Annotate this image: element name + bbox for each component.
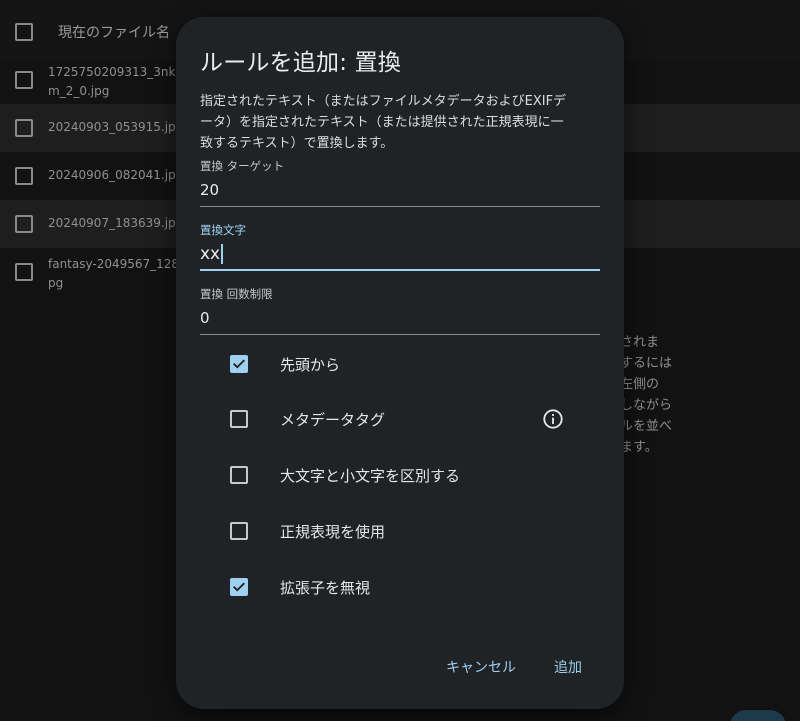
replace-target-field[interactable]: 置換 ターゲット 20 [200, 158, 600, 208]
use-regex-label: 正規表現を使用 [280, 522, 386, 541]
from-start-label: 先頭から [280, 355, 341, 374]
field-underline [200, 334, 600, 335]
replace-limit-label: 置換 回数制限 [200, 287, 273, 301]
case-sensitive-checkbox[interactable] [230, 466, 248, 484]
file-name: 20240907_183639.jpg [48, 216, 184, 230]
replacement-text-input[interactable]: xx [200, 244, 600, 264]
replace-target-label: 置換 ターゲット [200, 159, 285, 173]
info-circle-icon[interactable] [542, 408, 564, 430]
case-sensitive-label: 大文字と小文字を区別する [280, 466, 461, 485]
use-regex-checkbox[interactable] [230, 522, 248, 540]
replace-limit-field[interactable]: 置換 回数制限 0 [200, 286, 600, 336]
floating-action-button[interactable] [730, 710, 786, 721]
ignore-extension-checkbox[interactable] [230, 578, 248, 596]
file-row-checkbox[interactable] [15, 263, 33, 281]
check-icon [233, 359, 245, 369]
from-start-checkbox[interactable] [230, 355, 248, 373]
option-case-sensitive[interactable]: 大文字と小文字を区別する [230, 460, 590, 490]
dialog-description: 指定されたテキスト（またはファイルメタデータおよびEXIFデ ータ）を指定された… [200, 94, 567, 151]
replace-limit-input[interactable]: 0 [200, 308, 600, 328]
dialog-title: ルールを追加: 置換 [200, 50, 402, 76]
file-row-checkbox[interactable] [15, 71, 33, 89]
add-button[interactable]: 追加 [548, 653, 588, 681]
field-underline [200, 206, 600, 207]
select-all-checkbox[interactable] [15, 23, 33, 41]
option-metadata-tags[interactable]: メタデータタグ [230, 404, 590, 434]
file-row-checkbox[interactable] [15, 119, 33, 137]
field-underline-active [200, 269, 600, 271]
replacement-text-field[interactable]: 置換文字 xx [200, 222, 600, 274]
file-row-checkbox[interactable] [15, 167, 33, 185]
add-rule-dialog: ルールを追加: 置換 指定されたテキスト（またはファイルメタデータおよびEXIF… [176, 17, 624, 709]
file-name: 20240906_082041.jpg [48, 168, 184, 182]
option-use-regex[interactable]: 正規表現を使用 [230, 516, 590, 546]
current-filename-column-header: 現在のファイル名 [58, 25, 170, 41]
option-from-start[interactable]: 先頭から [230, 349, 590, 379]
text-cursor [221, 244, 223, 264]
file-name: 20240903_053915.jpg [48, 120, 184, 134]
ignore-extension-label: 拡張子を無視 [280, 578, 371, 597]
file-row-checkbox[interactable] [15, 215, 33, 233]
empty-state-hint: されま するには 左側の しながら ルを並べ ます。 [620, 335, 673, 455]
file-name: fantasy-2049567_1280 pg [48, 257, 187, 290]
option-ignore-extension[interactable]: 拡張子を無視 [230, 572, 590, 602]
cancel-button[interactable]: キャンセル [440, 653, 522, 681]
metadata-tags-label: メタデータタグ [280, 410, 386, 429]
check-icon [233, 582, 245, 592]
replacement-text-label: 置換文字 [200, 223, 246, 237]
replace-target-input[interactable]: 20 [200, 180, 600, 200]
metadata-tags-checkbox[interactable] [230, 410, 248, 428]
file-name: 1725750209313_3nk21 m_2_0.jpg [48, 65, 191, 98]
